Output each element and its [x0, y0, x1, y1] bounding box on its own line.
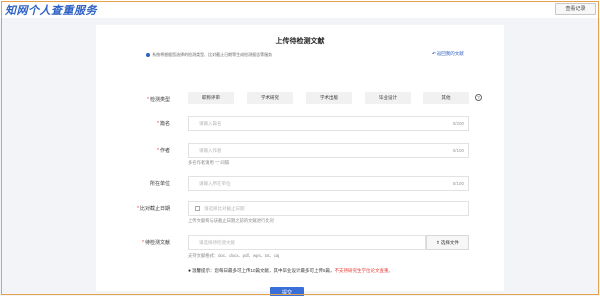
- outer-frame: [1, 1, 599, 295]
